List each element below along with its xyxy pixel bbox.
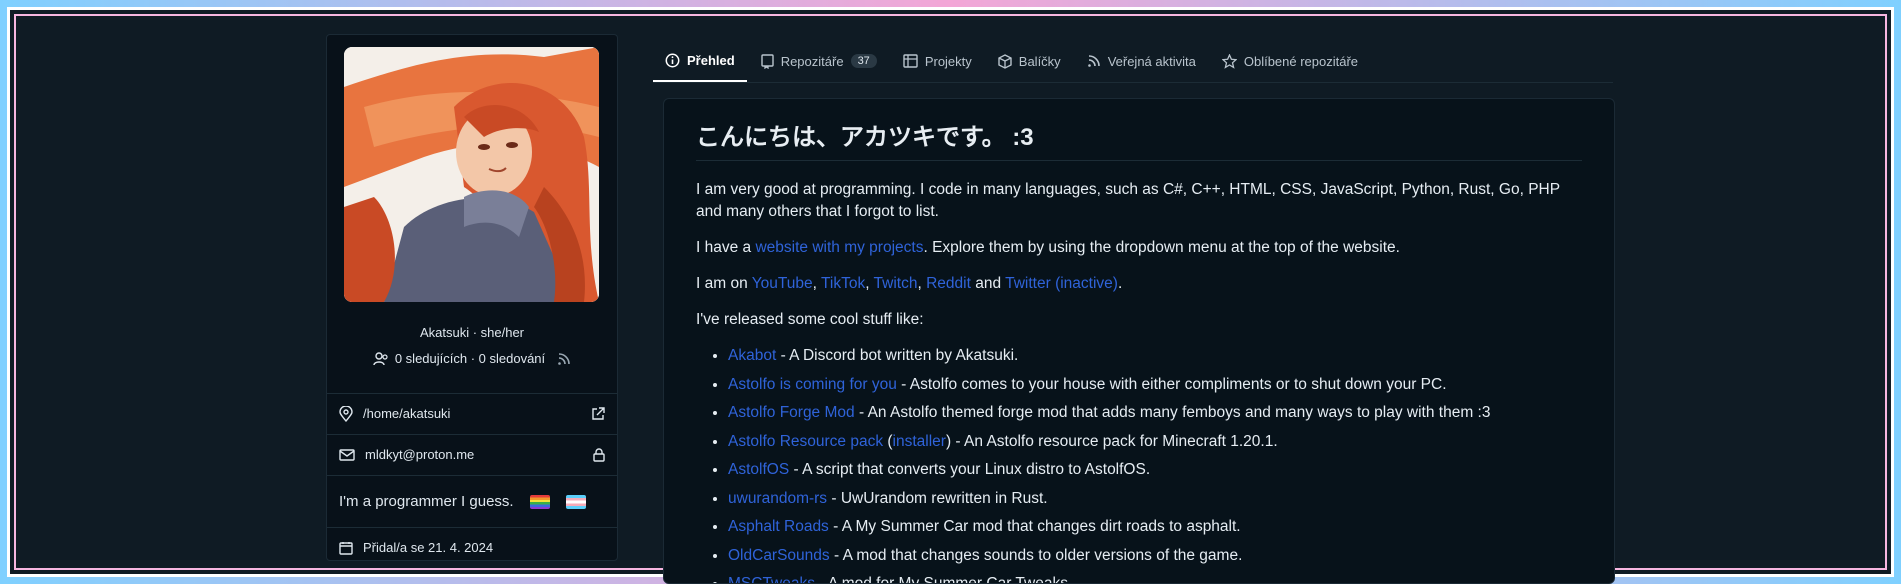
profile-sidebar: Akatsuki · she/her 0 sledujících · 0 sle… [326,34,618,561]
project-link[interactable]: Akabot [728,347,776,364]
reddit-link[interactable]: Reddit [926,275,971,292]
tab-repositories-label: Repozitáře [780,53,844,69]
project-link[interactable]: MSCTweaks [728,575,815,583]
tiktok-link[interactable]: TikTok [821,275,865,292]
bio-text: I'm a programmer I guess. [339,493,514,510]
project-description: - A My Summer Car mod that changes dirt … [828,518,1241,535]
follow-text[interactable]: 0 sledujících · 0 sledování [395,351,545,366]
socials-and-text: and [970,275,1006,292]
project-description: - A script that converts your Linux dist… [789,461,1151,478]
tab-public-activity[interactable]: Veřejná aktivita [1075,40,1208,82]
project-link[interactable]: AstolfOS [728,461,789,478]
readme-socials-paragraph: I am on YouTube, TikTok, Twitch, Reddit … [696,275,1123,292]
list-item: OldCarSounds - A mod that changes sounds… [728,545,1582,567]
website-link[interactable]: website with my projects [755,239,923,256]
email-row: mldkyt@proton.me [327,434,617,474]
project-icon [903,54,918,68]
list-item: Asphalt Roads - A My Summer Car mod that… [728,516,1582,538]
project-description: - A Discord bot written by Akatsuki. [776,347,1019,364]
list-item: AstolfOS - A script that converts your L… [728,459,1582,481]
info-icon [665,53,680,68]
tab-repositories[interactable]: Repozitáře 37 [749,40,889,82]
tab-public-activity-label: Veřejná aktivita [1107,53,1196,69]
project-description: - An Astolfo themed forge mod that adds … [854,404,1491,421]
project-description: - A mod that changes sounds to older ver… [829,546,1243,564]
trans-flag-icon [565,494,586,509]
list-item: Astolfo is coming for you - Astolfo come… [728,374,1582,396]
profile-name-pronouns: Akatsuki · she/her [419,325,525,340]
readme-released-heading: I've released some cool stuff like: [696,311,924,328]
lock-icon [593,447,605,462]
rainbow-flag-icon [529,494,550,509]
project-link[interactable]: Astolfo Resource pack [728,433,883,450]
joined-row: Přidal/a se 21. 4. 2024 [327,527,617,567]
project-description: - A mod for My Summer Car Tweaks [815,575,1068,584]
email-text[interactable]: mldkyt@proton.me [365,447,474,462]
rss-icon [1087,54,1101,68]
list-item: Akabot - A Discord bot written by Akatsu… [728,345,1582,367]
page-frame: Akatsuki · she/her 0 sledujících · 0 sle… [7,7,1894,584]
tab-starred[interactable]: Oblíbené repozitáře [1210,40,1370,82]
list-item: Astolfo Forge Mod - An Astolfo themed fo… [728,402,1582,424]
project-list: Akabot - A Discord bot written by Akatsu… [696,345,1582,584]
avatar[interactable] [344,47,599,302]
installer-link[interactable]: installer [893,433,946,450]
project-link[interactable]: uwurandom-rs [728,490,827,507]
repo-icon [760,53,774,69]
website-pre-text: I have a [696,239,756,256]
avatar-illustration [344,47,599,302]
tab-overview-label: Přehled [687,52,735,68]
package-icon [998,53,1012,69]
tab-packages[interactable]: Balíčky [986,40,1073,82]
readme-intro: I am very good at programming. I code in… [696,181,1560,220]
project-link[interactable]: Astolfo Forge Mod [728,404,855,421]
twitch-link[interactable]: Twitch [874,275,918,292]
star-icon [1221,53,1237,69]
tab-starred-label: Oblíbené repozitáře [1243,53,1359,69]
tab-overview[interactable]: Přehled [653,40,747,82]
list-item: MSCTweaks - A mod for My Summer Car Twea… [728,573,1582,584]
project-link[interactable]: Astolfo is coming for you [728,376,897,393]
rss-icon[interactable] [557,352,571,366]
location-text: /home/akatsuki [363,406,451,421]
tab-projects[interactable]: Projekty [891,40,984,82]
people-icon [373,351,389,366]
profile-readme: こんにちは、アカツキです。 :3 I am very good at progr… [663,98,1615,584]
project-description: - Astolfo comes to your house with eithe… [896,375,1447,393]
project-link[interactable]: Asphalt Roads [728,518,829,535]
location-row: /home/akatsuki [327,393,617,433]
mail-icon [339,448,355,461]
tab-projects-label: Projekty [924,53,972,69]
list-item: Astolfo Resource pack (installer) - An A… [728,431,1582,453]
list-item: uwurandom-rs - UwUrandom rewritten in Ru… [728,488,1582,510]
readme-title: こんにちは、アカツキです。 :3 [696,117,1582,161]
profile-tabs: Přehled Repozitáře 37 Projekty Balíčky V… [653,40,1613,83]
tab-packages-label: Balíčky [1018,53,1061,69]
twitter-link[interactable]: Twitter (inactive) [1005,275,1118,292]
project-description: - UwUrandom rewritten in Rust. [827,489,1048,507]
website-post-text: . Explore them by using the dropdown men… [923,239,1400,256]
project-link[interactable]: OldCarSounds [728,547,830,564]
project-description: ) - An Astolfo resource pack for Minecra… [945,432,1278,450]
external-link-icon[interactable] [591,406,605,421]
bio-row: I'm a programmer I guess. [327,475,617,527]
repo-count-badge: 37 [850,54,877,68]
socials-pre-text: I am on [696,275,752,292]
joined-text: Přidal/a se 21. 4. 2024 [363,540,494,555]
calendar-icon [339,541,353,555]
readme-website-paragraph: I have a website with my projects. Explo… [696,237,1582,259]
follow-stats: 0 sledujících · 0 sledování [327,351,617,366]
location-pin-icon [339,405,353,422]
youtube-link[interactable]: YouTube [752,275,813,292]
